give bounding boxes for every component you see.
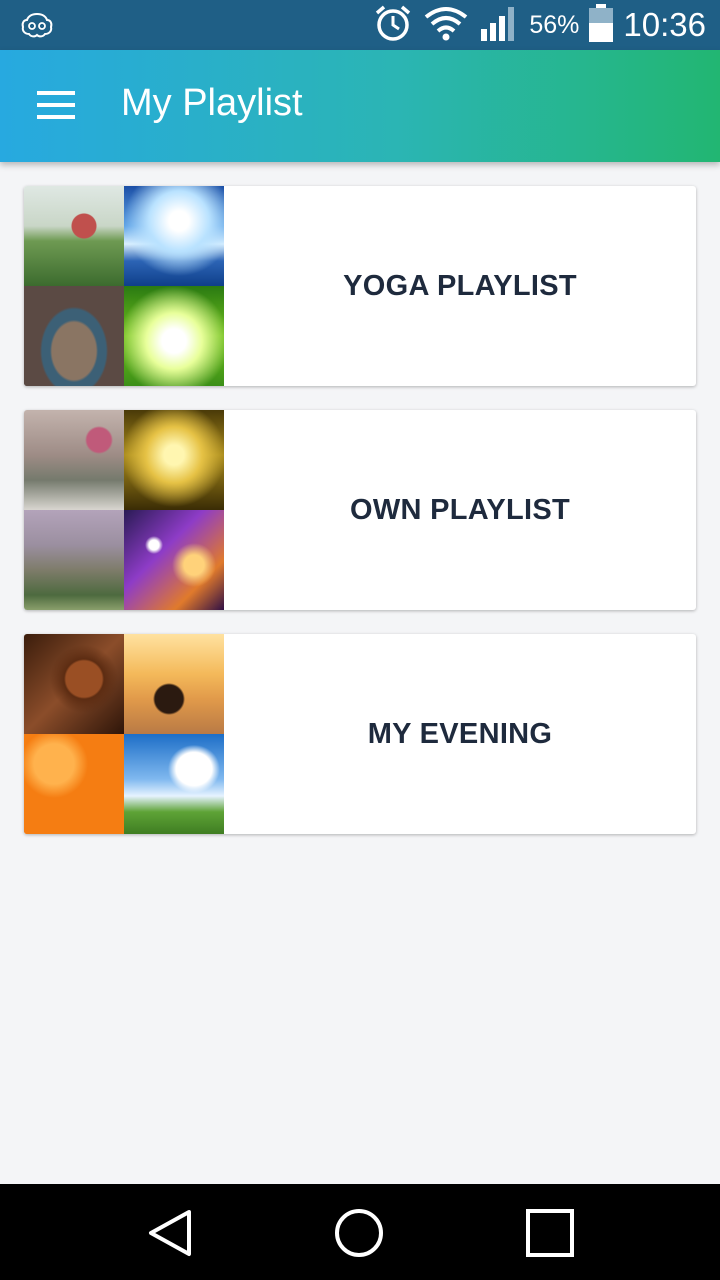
playlist-card-own[interactable]: OWN PLAYLIST bbox=[24, 410, 696, 610]
playlist-title: OWN PLAYLIST bbox=[349, 493, 571, 526]
cover-image bbox=[24, 634, 124, 734]
playlist-cover-mosaic bbox=[24, 410, 224, 610]
cover-image bbox=[24, 186, 124, 286]
cover-image bbox=[124, 510, 224, 610]
back-icon[interactable] bbox=[145, 1208, 195, 1258]
playlist-card-yoga[interactable]: YOGA PLAYLIST bbox=[24, 186, 696, 386]
playlist-cover-mosaic bbox=[24, 186, 224, 386]
playlist-card-evening[interactable]: MY EVENING bbox=[24, 634, 696, 834]
clock: 10:36 bbox=[623, 6, 706, 43]
playlist-cover-mosaic bbox=[24, 634, 224, 834]
status-bar: 56% 10:36 bbox=[0, 0, 720, 50]
playlist-title: YOGA PLAYLIST bbox=[343, 269, 577, 302]
recent-apps-icon[interactable] bbox=[525, 1208, 575, 1258]
cover-image bbox=[124, 410, 224, 510]
signal-icon bbox=[479, 5, 519, 46]
cover-image bbox=[124, 186, 224, 286]
cover-image bbox=[24, 734, 124, 834]
wifi-icon bbox=[423, 5, 469, 46]
alarm-icon bbox=[373, 3, 413, 48]
page-title: My Playlist bbox=[121, 82, 303, 124]
battery-icon bbox=[589, 3, 614, 47]
home-icon[interactable] bbox=[334, 1208, 384, 1258]
brain-icon bbox=[20, 11, 54, 44]
playlist-title: MY EVENING bbox=[367, 717, 553, 750]
cover-image bbox=[124, 634, 224, 734]
hamburger-menu-icon[interactable] bbox=[30, 86, 82, 126]
app-bar: My Playlist bbox=[0, 50, 720, 162]
battery-percent: 56% bbox=[529, 10, 580, 39]
cover-image bbox=[124, 734, 224, 834]
system-nav-bar bbox=[0, 1184, 720, 1280]
cover-image bbox=[24, 286, 124, 386]
cover-image bbox=[24, 410, 124, 510]
playlist-list: YOGA PLAYLIST OWN PLAYLIST MY EVENING bbox=[24, 186, 696, 858]
cover-image bbox=[124, 286, 224, 386]
cover-image bbox=[24, 510, 124, 610]
